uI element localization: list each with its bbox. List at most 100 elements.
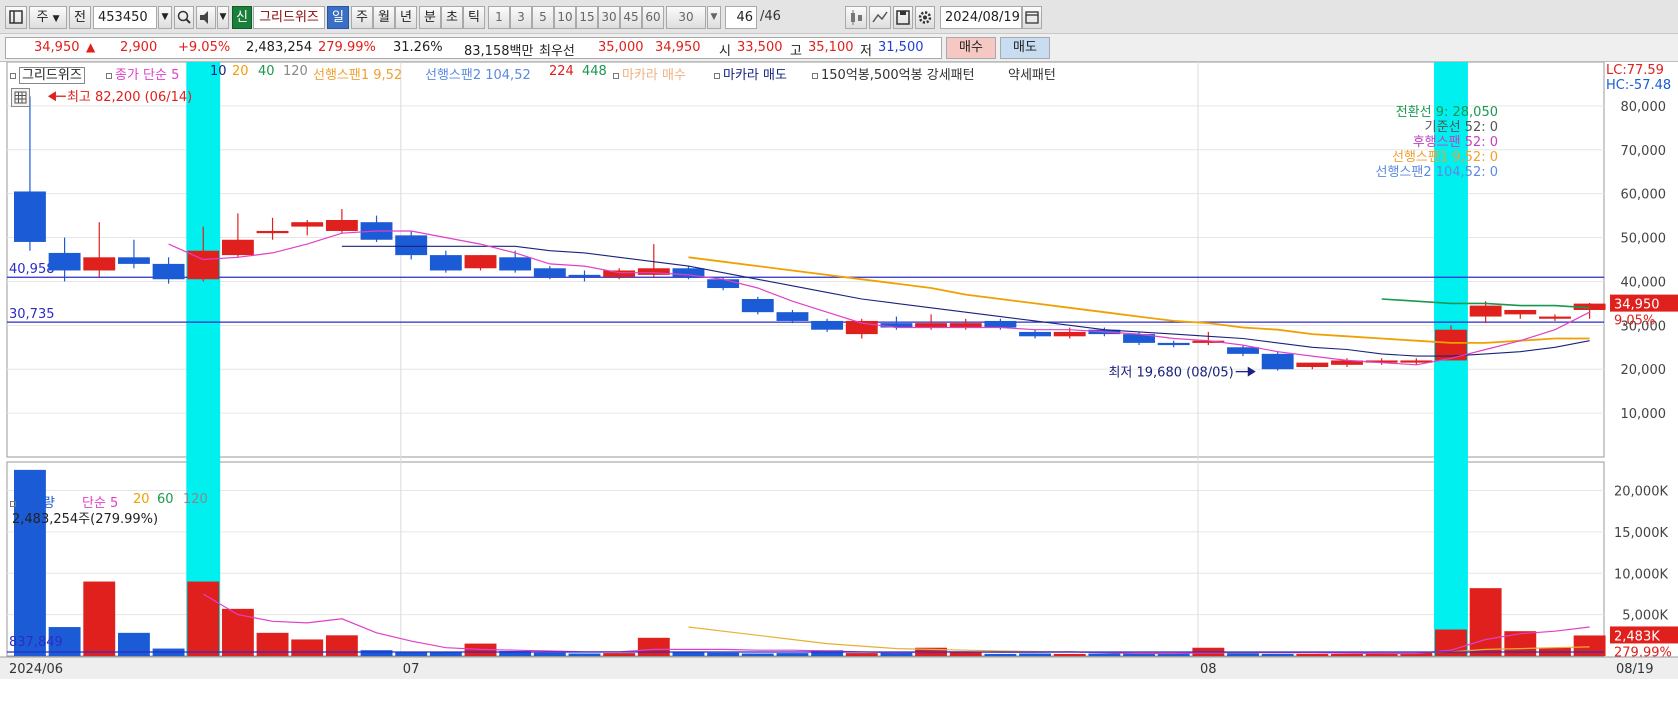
candle-body [1539,316,1571,319]
price-tick-label: 70,000 [1621,144,1667,159]
legend-macara-buy[interactable]: 마카라 매수 [613,64,686,83]
volume-bar [429,652,462,656]
legend-ma120[interactable]: 120 [283,64,308,79]
volume-tick-label: 15,000K [1614,526,1668,541]
period-week-button[interactable]: 주 [351,6,373,29]
interval-30-button[interactable]: 30 [598,6,620,29]
volume-bar [1019,653,1052,656]
gridwiz-button[interactable]: 그리드위즈 [253,6,325,29]
interval-tick-button[interactable]: 틱 [463,6,485,29]
interval-3-button[interactable]: 3 [510,6,532,29]
priority-label: 최우선 [539,44,575,59]
interval-15-button[interactable]: 15 [576,6,598,29]
date-input[interactable]: 2024/08/19 [940,6,1022,29]
candle-body [1227,347,1259,354]
interval-second-button[interactable]: 초 [441,6,463,29]
legend-macara-sell[interactable]: 마카라 매도 [714,64,787,83]
layout-icon[interactable] [5,6,27,29]
legend-gridwiz-label: 그리드위즈 [19,67,85,84]
trend-icon[interactable] [869,6,891,29]
volume-level-label: 837,849 [9,635,63,650]
save-icon[interactable] [893,6,913,29]
period-type-select[interactable]: 주 ▼ [29,6,67,29]
table-icon[interactable] [11,88,30,107]
legend-span1[interactable]: 선행스팬1 9,52 [313,64,402,83]
sin-button[interactable]: 신 [232,6,252,29]
volume-bar [741,653,774,656]
volume-bar [1261,653,1294,656]
search-icon[interactable] [174,6,194,29]
turnover-rate: 31.26% [393,40,443,55]
hc-value: HC:-57.48 [1606,78,1672,93]
interval-select[interactable]: 30 [666,6,706,29]
x-tick-label: 08/19 [1616,662,1653,677]
volume-value: 2,483,254 [246,40,313,55]
calendar-icon[interactable] [1022,6,1042,29]
candle-body [117,257,150,264]
interval-5-button[interactable]: 5 [532,6,554,29]
candle-body [568,274,601,278]
stock-code-input[interactable]: 453450 [93,6,157,29]
price-change: 2,900 [120,40,158,55]
bid-price: 34,950 [655,40,701,55]
legend-bullet-icon [613,72,619,79]
legend-ma5[interactable]: 종가 단순 5 [106,64,179,83]
legend-gridwiz[interactable]: 그리드위즈 [10,64,85,84]
chevron-down-icon: ▼ [52,14,60,24]
candle-body [48,252,81,271]
legend-ma40[interactable]: 40 [258,64,275,79]
interval-45-button[interactable]: 45 [620,6,642,29]
arrow-right-icon [1247,366,1256,377]
interval-1-button[interactable]: 1 [488,6,510,29]
chart-area[interactable]: 10,000 20,000 30,000 40,000 50,000 60,000 70,0… [0,62,1678,727]
volume-bar [1053,653,1086,656]
stock-dropdown-icon[interactable]: ▼ [158,6,172,29]
candle-body [395,235,428,256]
sound-dropdown-icon[interactable]: ▼ [217,6,229,29]
price-panel-border [6,62,1605,458]
period-day-button[interactable]: 일 [327,6,349,29]
speaker-icon[interactable] [196,6,216,29]
interval-minute-button[interactable]: 분 [419,6,441,29]
volume-legend-ma20[interactable]: 20 [133,492,150,507]
volume-tick-label: 10,000K [1614,567,1668,582]
volume-current-label: 2,483,254주(279.99%) [12,512,159,527]
legend-pattern[interactable]: 150억봉,500억봉 강세패턴 [812,64,975,83]
volume-tag-value: 2,483K [1614,629,1660,644]
legend-pattern-label: 150억봉,500억봉 강세패턴 [821,68,975,83]
candle-body [83,257,116,271]
low-label: 저 [860,44,872,59]
interval-dropdown-icon[interactable]: ▼ [707,6,721,29]
legend-ma20[interactable]: 20 [232,64,249,79]
period-month-button[interactable]: 월 [373,6,395,29]
candle-body [1296,362,1329,368]
legend-weak[interactable]: 약세패턴 [1008,64,1056,83]
sell-button[interactable]: 매도 [1000,37,1050,59]
interval-10-button[interactable]: 10 [554,6,576,29]
legend-bullet-icon [10,72,16,79]
prev-button[interactable]: 전 [69,6,91,29]
ichimoku-conv-label: 전환선 9: 28,050 [1395,105,1498,120]
gear-icon[interactable] [915,6,935,29]
level-label: 40,958 [9,262,55,277]
candle-icon[interactable] [845,6,867,29]
legend-ma10[interactable]: 10 [210,64,227,79]
period-year-button[interactable]: 년 [395,6,417,29]
legend-224[interactable]: 224 [549,64,574,79]
interval-60-button[interactable]: 60 [642,6,664,29]
volume-legend-ma120[interactable]: 120 [183,492,208,507]
legend-macara-sell-label: 마카라 매도 [723,68,787,83]
legend-span2[interactable]: 선행스팬2 104,52 [425,64,531,83]
volume-legend-ma60[interactable]: 60 [157,492,174,507]
signal-highlight [186,62,221,656]
bar-count-input[interactable]: 46 [725,6,757,29]
buy-button[interactable]: 매수 [946,37,996,59]
candle-body [776,312,809,321]
candle-body [256,230,289,234]
high-label: 고 [790,44,802,59]
price-change-pct: +9.05% [178,40,231,55]
up-arrow-icon: ▲ [86,40,96,54]
volume-bar [1469,588,1502,656]
volume-bar [291,639,324,656]
legend-448[interactable]: 448 [582,64,607,79]
